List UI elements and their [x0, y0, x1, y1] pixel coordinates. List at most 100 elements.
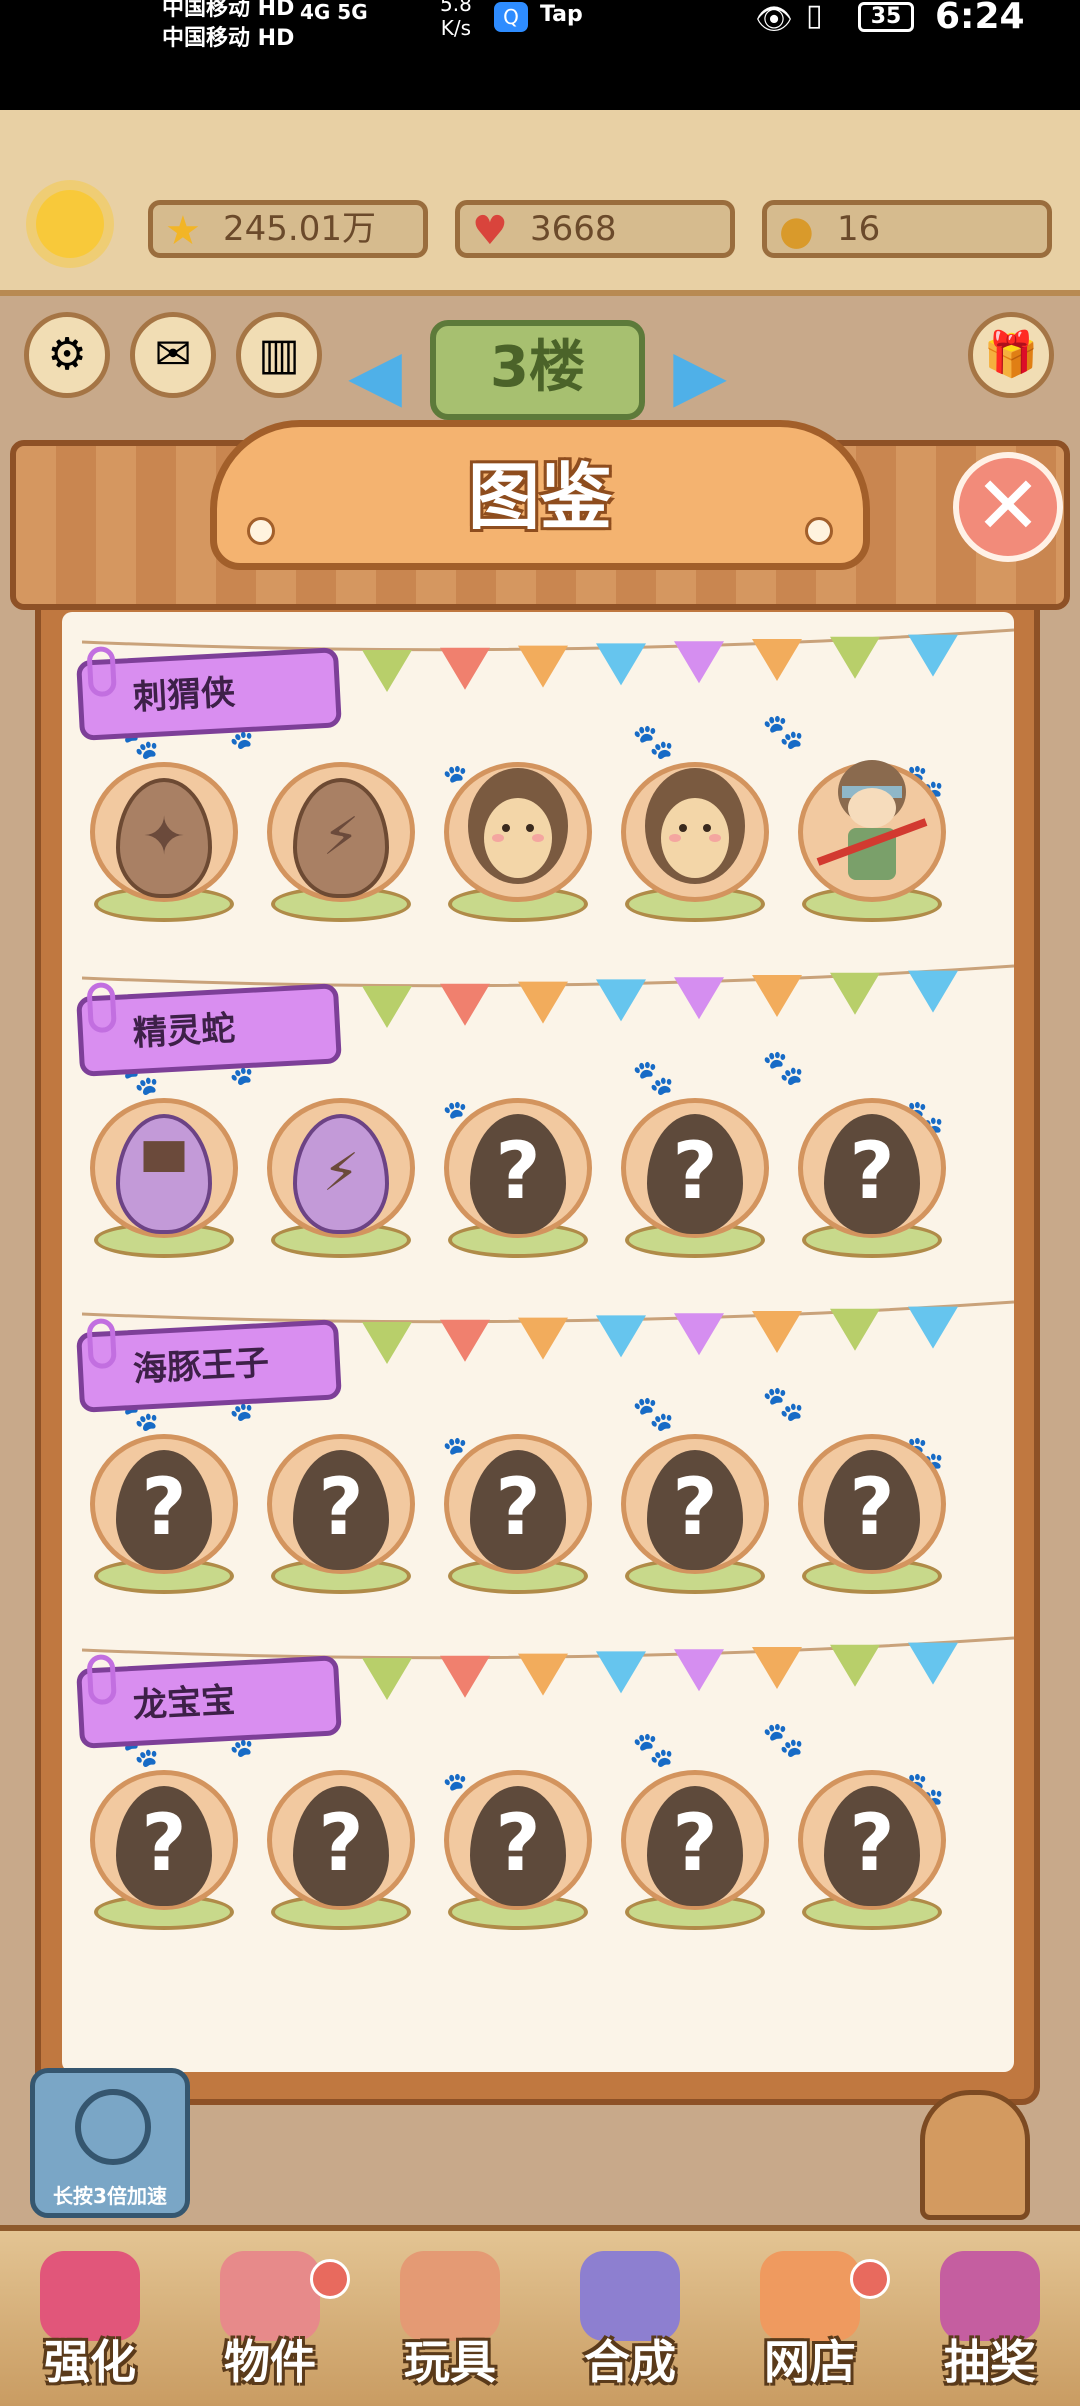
unknown-egg-icon: ?	[824, 1114, 920, 1234]
question-mark: ?	[849, 1463, 895, 1553]
unknown-egg-icon: ?	[824, 1786, 920, 1906]
pennant-flag	[362, 986, 412, 1028]
stars-value: 245.01万	[223, 209, 376, 249]
egg-shuriken-icon: ✦	[116, 778, 212, 898]
paperclip-icon	[86, 645, 117, 698]
unknown-egg-icon: ?	[824, 1450, 920, 1570]
egg-pattern: ⚡	[322, 807, 360, 867]
collection-slot[interactable]	[798, 760, 946, 922]
collection-slot[interactable]: ?	[621, 1098, 769, 1258]
speed-up-button[interactable]: 长按3倍加速	[30, 2068, 190, 2218]
collection-slot[interactable]: ?	[621, 1770, 769, 1930]
collection-slot[interactable]: ?	[267, 1434, 415, 1594]
nav-item[interactable]: 网店	[720, 2231, 900, 2406]
collection-slot[interactable]: ?	[444, 1770, 592, 1930]
nav-item[interactable]: 合成	[540, 2231, 720, 2406]
collection-slot[interactable]: ?	[798, 1770, 946, 1930]
pennant-flag	[518, 1653, 568, 1696]
unknown-egg-icon: ?	[293, 1786, 389, 1906]
stars-counter: ★ 245.01万	[148, 200, 428, 258]
collection-slot[interactable]: ⚡	[267, 762, 415, 922]
codex-category: 🐾🐾🐾🐾🐾🐾刺猬侠✦⚡	[62, 612, 1014, 948]
collection-slot[interactable]: ✦	[90, 762, 238, 922]
hedgehog-ninja-icon	[816, 760, 928, 880]
paperclip-icon	[86, 981, 117, 1034]
pennant-flag	[752, 1647, 802, 1689]
collection-slot[interactable]	[444, 762, 592, 922]
category-name: 精灵蛇	[132, 1008, 237, 1054]
codex-list[interactable]: 🐾🐾🐾🐾🐾🐾刺猬侠✦⚡🐾🐾🐾🐾🐾🐾精灵蛇▀⚡???🐾🐾🐾🐾🐾🐾海豚王子?????…	[62, 612, 1014, 2072]
egg-purple-icon: ▀	[116, 1114, 212, 1234]
collection-slot[interactable]	[621, 762, 769, 922]
pennant-flag	[752, 975, 802, 1017]
question-mark: ?	[141, 1463, 187, 1553]
gift-icon[interactable]: 🎁	[968, 312, 1054, 398]
collection-slot[interactable]: ?	[267, 1770, 415, 1930]
category-name: 刺猬侠	[132, 672, 237, 718]
paw-print-icon: 🐾	[762, 1720, 805, 1760]
paw-print-icon: 🐾	[762, 1048, 805, 1088]
egg-pattern: ▀	[144, 1143, 184, 1203]
pennant-flag	[830, 1308, 880, 1351]
speed-up-label: 长按3倍加速	[53, 2184, 167, 2208]
notification-dot	[310, 2259, 350, 2299]
question-mark: ?	[672, 1127, 718, 1217]
sun-icon	[36, 190, 104, 258]
coins-counter: ● 16	[762, 200, 1052, 258]
network-indicator: 4G 5G	[300, 0, 368, 24]
collection-slot[interactable]: ?	[90, 1434, 238, 1594]
nav-item[interactable]: 玩具	[360, 2231, 540, 2406]
pennant-flag	[362, 1322, 412, 1364]
pennant-flag	[830, 972, 880, 1015]
hearts-counter: ♥ 3668	[455, 200, 735, 258]
bottom-nav: 强化 物件 玩具 合成 网店 抽奖	[0, 2225, 1080, 2406]
collection-slot[interactable]: ?	[444, 1098, 592, 1258]
nav-item-label: 物件	[224, 2335, 316, 2389]
clock: 6:24	[935, 0, 1025, 37]
pennant-flag	[440, 1655, 490, 1698]
question-mark: ?	[672, 1799, 718, 1889]
mail-icon[interactable]: ✉	[130, 312, 216, 398]
nav-item[interactable]: 强化	[0, 2231, 180, 2406]
exit-door-icon[interactable]	[920, 2090, 1030, 2220]
nav-item-label: 合成	[584, 2335, 676, 2389]
collection-slot[interactable]: ?	[90, 1770, 238, 1930]
nav-item[interactable]: 物件	[180, 2231, 360, 2406]
collection-slot[interactable]: ?	[798, 1098, 946, 1258]
coins-value: 16	[837, 209, 881, 249]
book-icon[interactable]: ▥	[236, 312, 322, 398]
category-tag: 龙宝宝	[76, 1653, 342, 1749]
pennant-flag	[674, 977, 724, 1020]
egg-pattern: ⚡	[322, 1143, 360, 1203]
pennant-flag	[440, 1319, 490, 1362]
nav-item-label: 强化	[44, 2335, 136, 2389]
pennant-flag	[440, 647, 490, 690]
category-name: 海豚王子	[132, 1342, 270, 1390]
prev-floor-arrow-icon[interactable]: ◀	[335, 330, 415, 420]
next-floor-arrow-icon[interactable]: ▶	[660, 330, 740, 420]
unknown-egg-icon: ?	[470, 1786, 566, 1906]
paw-print-icon: 🐾	[632, 1730, 675, 1770]
question-mark: ?	[849, 1127, 895, 1217]
pennant-flag	[518, 981, 568, 1024]
nav-item[interactable]: 抽奖	[900, 2231, 1080, 2406]
codex-category: 🐾🐾🐾🐾🐾🐾龙宝宝?????	[62, 1620, 1014, 1956]
app-indicator: Tap	[540, 2, 583, 27]
hedgehog-teen-icon	[645, 768, 745, 884]
pennant-flag	[440, 983, 490, 1026]
question-mark: ?	[495, 1463, 541, 1553]
category-tag: 精灵蛇	[76, 981, 342, 1077]
plate-rivet	[247, 517, 275, 545]
collection-slot[interactable]: ▀	[90, 1098, 238, 1258]
collection-slot[interactable]: ?	[798, 1434, 946, 1594]
pennant-flag	[596, 643, 646, 686]
settings-gear-icon[interactable]: ⚙	[24, 312, 110, 398]
collection-slot[interactable]: ?	[621, 1434, 769, 1594]
collection-slot[interactable]: ⚡	[267, 1098, 415, 1258]
question-mark: ?	[141, 1799, 187, 1889]
pennant-flag	[752, 639, 802, 681]
collection-slot[interactable]: ?	[444, 1434, 592, 1594]
close-button[interactable]: ✕	[953, 452, 1063, 562]
pennant-flag	[362, 650, 412, 692]
unknown-egg-icon: ?	[116, 1786, 212, 1906]
